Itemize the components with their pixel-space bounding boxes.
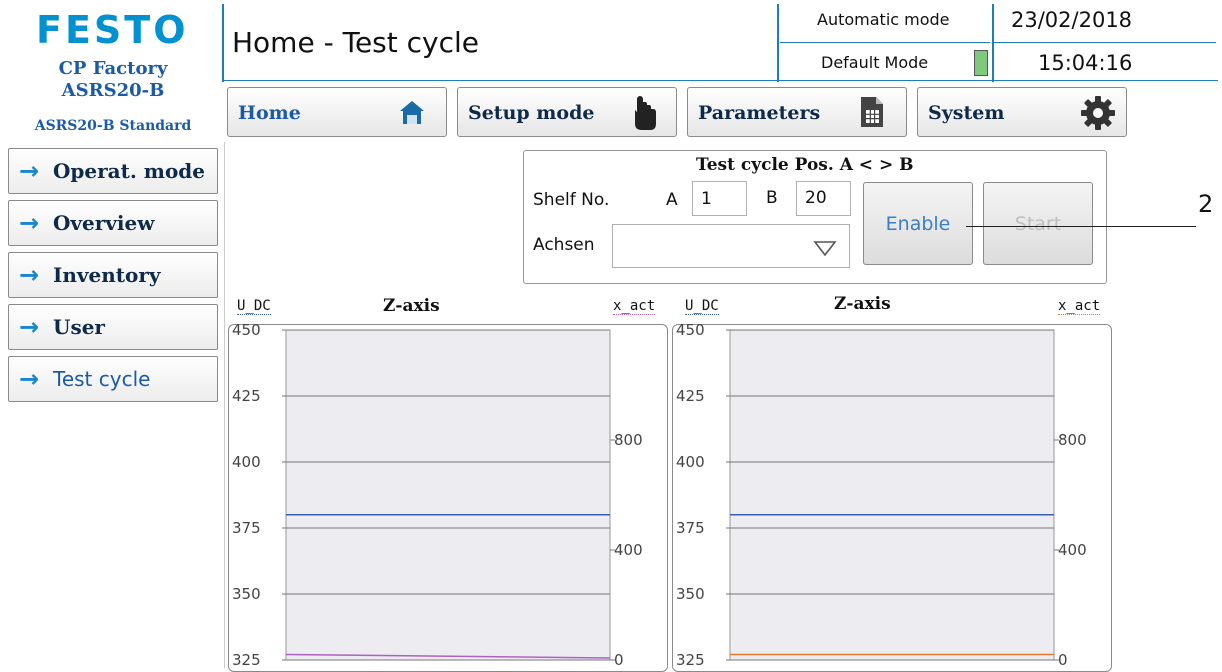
y-tick-label: 350: [232, 585, 261, 603]
sidebar-item-user[interactable]: → User: [8, 304, 218, 350]
shelf-a-label: A: [666, 190, 678, 210]
shelf-b-value: 20: [805, 188, 827, 208]
chart1-y2-label: x_act: [613, 298, 656, 315]
app-name-line2: ASRS20-B: [61, 80, 165, 101]
y-tick-label: 450: [676, 324, 705, 339]
y2-tick-label: 800: [614, 431, 643, 449]
y2-tick-label: 800: [1058, 431, 1087, 449]
shelf-a-input[interactable]: 1: [692, 181, 747, 216]
content-divider: [224, 142, 225, 668]
test-cycle-title: Test cycle Pos. A < > B: [696, 155, 914, 175]
shelf-no-label: Shelf No.: [533, 190, 610, 210]
sidebar-item-label: Test cycle: [53, 367, 151, 391]
enable-label: Enable: [885, 213, 951, 235]
nav-system-button[interactable]: System: [917, 87, 1127, 137]
chart2-y-label: U_DC: [685, 298, 719, 315]
y-tick-label: 350: [676, 585, 705, 603]
nav-setup-mode-button[interactable]: Setup mode: [457, 87, 677, 137]
sidebar-item-label: User: [53, 315, 105, 339]
header-divider-right: [992, 4, 994, 82]
nav-parameters-label: Parameters: [698, 102, 821, 124]
y2-tick-label: 0: [614, 651, 624, 669]
achsen-label: Achsen: [533, 235, 595, 255]
chart2-y2-label: x_act: [1058, 298, 1101, 315]
nav-home-label: Home: [238, 102, 301, 124]
arrow-right-icon: →: [19, 365, 40, 393]
nav-system-label: System: [928, 102, 1005, 124]
achsen-dropdown[interactable]: [612, 224, 850, 268]
y-tick-label: 400: [232, 453, 261, 471]
y-tick-label: 400: [676, 453, 705, 471]
sub-mode-label: Default Mode: [821, 53, 929, 72]
header-bottom-line: [224, 80, 1218, 81]
arrow-right-icon: →: [19, 261, 40, 289]
chart1-plot: 450 425 400 375 350 325 800 400 0: [232, 324, 643, 669]
hand-pointer-icon: [635, 96, 656, 130]
chart1-title: Z-axis: [383, 296, 440, 316]
app-name-line3: ASRS20-B Standard: [34, 118, 192, 134]
shelf-b-label: B: [766, 188, 778, 208]
arrow-right-icon: →: [19, 157, 40, 185]
sidebar-item-operat-mode[interactable]: → Operat. mode: [8, 148, 218, 194]
time-display: 15:04:16: [1038, 51, 1133, 75]
sidebar-item-test-cycle[interactable]: → Test cycle: [8, 356, 218, 402]
y2-tick-label: 0: [1058, 651, 1068, 669]
house-icon: [400, 101, 424, 124]
y-tick-label: 325: [676, 651, 705, 669]
nav-parameters-button[interactable]: Parameters: [687, 87, 907, 137]
y2-tick-label: 400: [1058, 541, 1087, 559]
callout-number: 2: [1198, 190, 1214, 218]
chart2-title: Z-axis: [834, 294, 891, 314]
mode-label: Automatic mode: [817, 10, 950, 29]
arrow-right-icon: →: [19, 209, 40, 237]
y-tick-label: 425: [232, 387, 261, 405]
header-divider-left: [222, 4, 224, 82]
enable-button[interactable]: Enable: [863, 182, 973, 265]
sidebar-item-label: Inventory: [53, 263, 161, 287]
page-title: Home - Test cycle: [232, 26, 479, 59]
shelf-b-input[interactable]: 20: [796, 181, 851, 216]
arrow-right-icon: →: [19, 313, 40, 341]
y-tick-label: 450: [232, 324, 261, 339]
plot-area: [285, 329, 611, 661]
chart2-plot: 450 425 400 375 350 325 800 400 0: [676, 324, 1087, 669]
plot-area: [729, 329, 1055, 661]
header-divider-mid: [777, 4, 779, 82]
start-label: Start: [1014, 213, 1062, 235]
callout-line: [966, 226, 1196, 227]
app-name-line1: CP Factory: [58, 58, 168, 79]
start-button[interactable]: Start: [983, 182, 1093, 265]
sidebar-item-label: Operat. mode: [53, 159, 206, 183]
datetime-divider: [994, 42, 1216, 43]
y-tick-label: 375: [232, 519, 261, 537]
nav-setup-mode-label: Setup mode: [468, 102, 595, 124]
nav-home-button[interactable]: Home: [227, 87, 447, 137]
y2-tick-label: 400: [614, 541, 643, 559]
mode-divider: [780, 42, 990, 43]
shelf-a-value: 1: [701, 189, 712, 209]
festo-logo: FESTO: [36, 8, 189, 52]
chevron-down-icon: [813, 241, 837, 257]
sidebar-item-overview[interactable]: → Overview: [8, 200, 218, 246]
document-table-icon: [861, 97, 883, 127]
y-tick-label: 375: [676, 519, 705, 537]
chart1-y-label: U_DC: [237, 298, 271, 315]
y-tick-label: 425: [676, 387, 705, 405]
y-tick-label: 325: [232, 651, 261, 669]
date-display: 23/02/2018: [1011, 8, 1133, 32]
status-indicator: [974, 50, 988, 76]
gear-icon: [1081, 96, 1115, 130]
sidebar-item-label: Overview: [53, 211, 155, 235]
sidebar-item-inventory[interactable]: → Inventory: [8, 252, 218, 298]
